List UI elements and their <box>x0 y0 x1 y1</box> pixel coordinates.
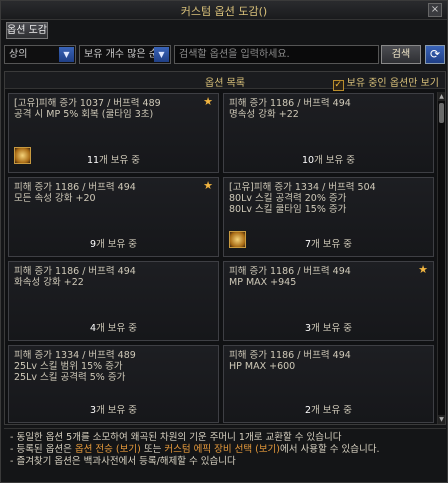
owned-only-toggle[interactable]: ✓ 보유 중인 옵션만 보기 <box>332 74 439 91</box>
sort-select[interactable]: 보유 개수 많은 순 ▼ <box>79 45 171 64</box>
search-row: 상의 ▼ 보유 개수 많은 순 ▼ 검색할 옵션을 입력하세요. 검색 ⟳ <box>4 45 446 64</box>
grade-select[interactable]: 상의 ▼ <box>4 45 76 64</box>
sort-select-value: 보유 개수 많은 순 <box>84 49 158 60</box>
option-inherit-link[interactable]: 옵션 전승 (보기) <box>75 444 141 455</box>
search-button[interactable]: 검색 <box>381 45 421 64</box>
owned-count: 3개 보유 중 <box>304 323 353 334</box>
option-card[interactable]: 피해 증가 1186 / 버프력 494 모든 속성 강화 +20 ★ 9개 보… <box>8 177 219 257</box>
chevron-down-icon: ▼ <box>59 47 74 62</box>
card-text: [고유]피해 증가 1037 / 버프력 489 공격 시 MP 5% 회복 (… <box>14 98 161 120</box>
favorite-star-icon[interactable]: ★ <box>203 179 213 192</box>
close-icon[interactable]: × <box>428 3 442 17</box>
scrollbar-thumb[interactable] <box>439 103 444 123</box>
owned-count: 4개 보유 중 <box>89 323 138 334</box>
option-card[interactable]: [고유]피해 증가 1334 / 버프력 504 80Lv 스킬 공격력 20%… <box>223 177 434 257</box>
scroll-down-icon[interactable]: ▼ <box>438 415 445 424</box>
option-list-panel: 옵션 목록 ✓ 보유 중인 옵션만 보기 [고유]피해 증가 1037 / 버프력… <box>4 71 446 425</box>
search-input[interactable]: 검색할 옵션을 입력하세요. <box>174 45 379 64</box>
owned-count: 7개 보유 중 <box>304 239 353 250</box>
option-card[interactable]: 피해 증가 1186 / 버프력 494 화속성 강화 +22 4개 보유 중 <box>8 261 219 341</box>
card-text: [고유]피해 증가 1334 / 버프력 504 80Lv 스킬 공격력 20%… <box>229 182 376 215</box>
card-text: 피해 증가 1186 / 버프력 494 모든 속성 강화 +20 <box>14 182 136 204</box>
option-card[interactable]: [고유]피해 증가 1037 / 버프력 489 공격 시 MP 5% 회복 (… <box>8 93 219 173</box>
note-line: - 등록된 옵션은 옵션 전승 (보기) 또는 커스텀 에픽 장비 선택 (보기… <box>10 444 380 455</box>
option-card[interactable]: 피해 증가 1334 / 버프력 489 25Lv 스킬 범위 15% 증가 2… <box>8 345 219 423</box>
panel-header: 옵션 목록 ✓ 보유 중인 옵션만 보기 <box>5 72 445 91</box>
checkbox-checked-icon[interactable]: ✓ <box>332 80 344 91</box>
tab-option-codex[interactable]: 옵션 도감 <box>6 22 48 39</box>
option-card-grid: [고유]피해 증가 1037 / 버프력 489 공격 시 MP 5% 회복 (… <box>8 93 434 423</box>
card-text: 피해 증가 1186 / 버프력 494 MP MAX +945 <box>229 266 351 288</box>
option-card[interactable]: 피해 증가 1186 / 버프력 494 HP MAX +600 2개 보유 중 <box>223 345 434 423</box>
favorite-star-icon[interactable]: ★ <box>418 263 428 276</box>
scrollbar[interactable]: ▲ ▼ <box>437 92 445 424</box>
card-text: 피해 증가 1334 / 버프력 489 25Lv 스킬 범위 15% 증가 2… <box>14 350 136 383</box>
refresh-button[interactable]: ⟳ <box>425 45 445 64</box>
owned-only-label: 보유 중인 옵션만 보기 <box>346 78 439 89</box>
favorite-star-icon[interactable]: ★ <box>203 95 213 108</box>
card-text: 피해 증가 1186 / 버프력 494 HP MAX +600 <box>229 350 351 372</box>
card-text: 피해 증가 1186 / 버프력 494 명속성 강화 +22 <box>229 98 351 120</box>
owned-count: 11개 보유 중 <box>86 155 141 166</box>
option-card[interactable]: 피해 증가 1186 / 버프력 494 명속성 강화 +22 10개 보유 중 <box>223 93 434 173</box>
help-notes: - 동일한 옵션 5개를 소모하여 왜곡된 차원의 기운 주머니 1개로 교환할… <box>4 428 446 480</box>
window-title: 커스텀 옵션 도감() <box>180 5 268 18</box>
chevron-down-icon: ▼ <box>154 47 169 62</box>
custom-epic-select-link[interactable]: 커스텀 에픽 장비 선택 (보기) <box>164 444 280 455</box>
owned-count: 3개 보유 중 <box>89 405 138 416</box>
note-line: - 즐겨찾기 옵션은 백과사전에서 등록/해제할 수 있습니다 <box>10 456 236 467</box>
option-card[interactable]: 피해 증가 1186 / 버프력 494 MP MAX +945 ★ 3개 보유… <box>223 261 434 341</box>
grade-select-value: 상의 <box>9 49 28 60</box>
card-text: 피해 증가 1186 / 버프력 494 화속성 강화 +22 <box>14 266 136 288</box>
owned-count: 2개 보유 중 <box>304 405 353 416</box>
custom-option-codex-window: 커스텀 옵션 도감() × 옵션 도감 상의 ▼ 보유 개수 많은 순 ▼ 검색… <box>0 0 448 483</box>
scroll-up-icon[interactable]: ▲ <box>438 92 445 101</box>
note-line: - 동일한 옵션 5개를 소모하여 왜곡된 차원의 기운 주머니 1개로 교환할… <box>10 432 342 443</box>
owned-count: 10개 보유 중 <box>301 155 356 166</box>
owned-count: 9개 보유 중 <box>89 239 138 250</box>
title-bar[interactable]: 커스텀 옵션 도감() × <box>1 1 447 20</box>
refresh-icon: ⟳ <box>429 47 441 61</box>
